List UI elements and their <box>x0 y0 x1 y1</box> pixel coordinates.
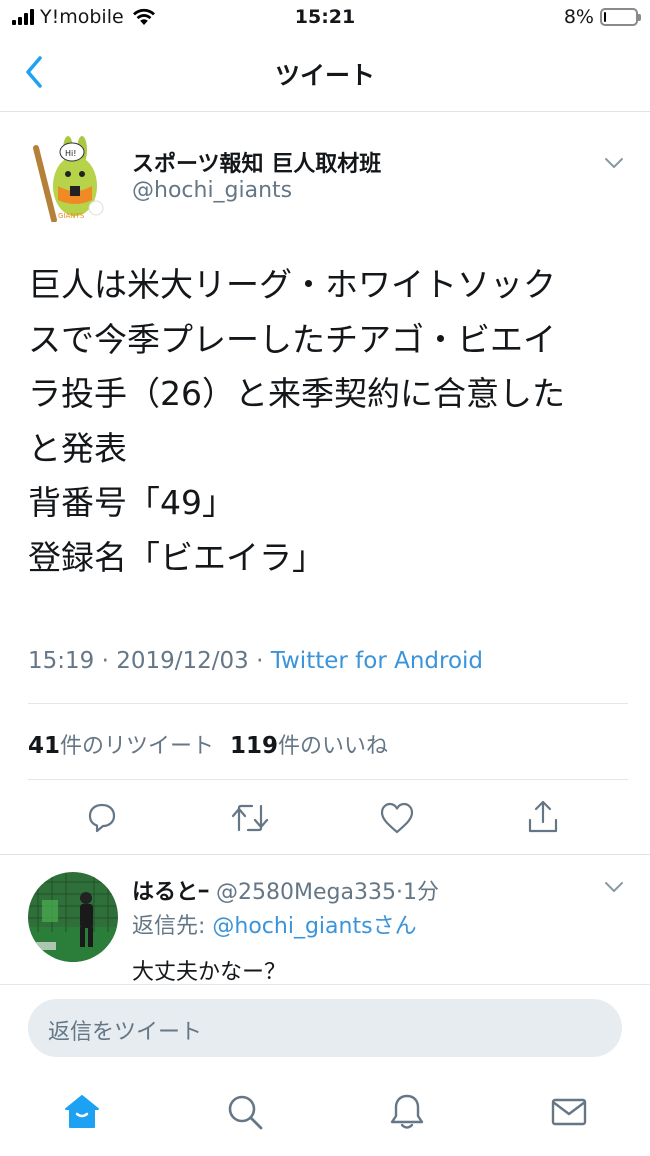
reply-header: はるとｰ @2580Mega335·1分 <box>132 874 439 906</box>
retweet-stat[interactable]: 41件のリツイート <box>28 733 215 759</box>
divider <box>28 703 628 704</box>
tweet-time: 15:19 <box>28 648 95 674</box>
reply-author-name[interactable]: はるとｰ <box>132 880 209 905</box>
tweet-stats: 41件のリツイート 119件のいいね <box>28 728 388 760</box>
tweet-line: ラ投手（26）と来季契約に合意した <box>28 374 565 413</box>
retweet-count: 41 <box>28 733 61 759</box>
like-icon[interactable] <box>379 801 415 835</box>
battery-icon <box>600 8 641 26</box>
reply-icon[interactable] <box>84 800 120 836</box>
divider <box>0 854 650 855</box>
replying-to-handle: @hochi_giants <box>212 914 373 939</box>
reply-avatar[interactable] <box>28 872 118 962</box>
svg-text:Hi!: Hi! <box>65 149 76 158</box>
messages-icon[interactable] <box>549 1092 589 1132</box>
replying-to-prefix: 返信先: <box>132 914 213 939</box>
avatar-lettering: GIANTS <box>58 212 85 220</box>
tweet-line: 登録名「ビエイラ」 <box>28 537 325 577</box>
batting-cage-photo-image <box>28 872 118 962</box>
divider <box>28 779 628 780</box>
share-icon[interactable] <box>525 798 561 836</box>
reply-text: 大丈夫かなー？ <box>132 960 287 985</box>
reply-composer-bar: 返信をツイート <box>0 984 650 1074</box>
reply-input-placeholder: 返信をツイート <box>48 1020 203 1045</box>
replying-to: 返信先: @hochi_giantsさん <box>132 908 417 940</box>
tweet-text: 巨人は米大リーグ・ホワイトソック スで今季プレーしたチアゴ・ビエイ ラ投手（26… <box>28 258 628 585</box>
tab-bar <box>0 1074 650 1156</box>
reply-input[interactable]: 返信をツイート <box>28 999 622 1057</box>
retweet-icon[interactable] <box>230 800 270 836</box>
home-icon[interactable] <box>62 1092 102 1132</box>
tweet-line: 背番号「49」 <box>28 483 235 522</box>
battery-percent: 8% <box>563 6 594 28</box>
author-handle[interactable]: @hochi_giants <box>132 178 292 203</box>
mascot-avatar-image: Hi! GIANTS <box>33 136 104 223</box>
reply-time-sep: · <box>395 880 403 905</box>
like-count: 119 <box>230 733 279 759</box>
replying-to-mention[interactable]: @hochi_giantsさん <box>212 914 416 939</box>
reply-time: 1分 <box>402 880 439 905</box>
status-right: 8% <box>563 6 641 28</box>
like-stat[interactable]: 119件のいいね <box>230 733 389 759</box>
meta-sep: · <box>94 648 117 674</box>
tweet-line: 巨人は米大リーグ・ホワイトソック <box>28 265 556 304</box>
status-time: 15:21 <box>294 6 356 28</box>
tweet-source-link[interactable]: Twitter for Android <box>271 648 483 674</box>
status-bar: Y!mobile 15:21 8% <box>0 0 650 36</box>
notifications-icon[interactable] <box>387 1092 427 1132</box>
author-avatar[interactable]: Hi! GIANTS <box>28 130 108 223</box>
author-name[interactable]: スポーツ報知 巨人取材班 <box>132 146 381 178</box>
tweet-date: 2019/12/03 <box>116 648 249 674</box>
page-title: ツイート <box>274 61 375 90</box>
tweet-menu-chevron-down-icon[interactable] <box>604 156 624 170</box>
tweet-meta: 15:19 · 2019/12/03 · Twitter for Android <box>28 648 483 674</box>
battery-level <box>604 12 607 22</box>
meta-sep: · <box>248 648 271 674</box>
reply-menu-chevron-down-icon[interactable] <box>604 880 624 894</box>
tweet-line: スで今季プレーしたチアゴ・ビエイ <box>28 319 556 359</box>
search-icon[interactable] <box>225 1092 265 1132</box>
like-label: 件のいいね <box>278 734 389 759</box>
retweet-label: 件のリツイート <box>60 734 215 759</box>
nav-bar: ツイート <box>0 36 650 112</box>
reply-author-handle[interactable]: @2580Mega335 <box>216 880 396 905</box>
replying-to-suffix: さん <box>372 914 417 939</box>
tweet-line: と発表 <box>28 428 127 468</box>
